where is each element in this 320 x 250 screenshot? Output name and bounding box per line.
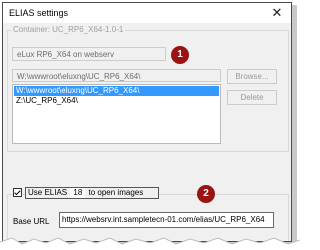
- list-item[interactable]: Z:\UC_RP6_X64\: [14, 96, 219, 106]
- base-url-value: https://websrv.int.sampletecn-01.com/eli…: [62, 215, 265, 224]
- elias-settings-dialog: ELIAS settings ✕ Container: UC_RP6_X64-1…: [2, 2, 292, 242]
- list-item-label: Z:\UC_RP6_X64\: [16, 96, 78, 105]
- container-name-value: eLux RP6_X64 on webserv: [17, 50, 114, 59]
- delete-button[interactable]: Delete: [227, 90, 277, 105]
- container-name-field: eLux RP6_X64 on webserv: [12, 47, 166, 61]
- list-item-label: W:\wwwroot\eluxng\UC_RP6_X64\: [16, 86, 140, 95]
- browse-button[interactable]: Browse...: [227, 69, 277, 84]
- use-elias-label-pre: Use ELIAS: [28, 188, 68, 197]
- list-item[interactable]: W:\wwwroot\eluxng\UC_RP6_X64\: [14, 86, 219, 96]
- source-path-value: W:\wwwroot\eluxng\UC_RP6_X64\: [17, 72, 141, 81]
- close-icon[interactable]: ✕: [263, 3, 291, 23]
- window-title: ELIAS settings: [9, 8, 69, 18]
- title-bar: ELIAS settings ✕: [3, 3, 291, 23]
- source-path-field: W:\wwwroot\eluxng\UC_RP6_X64\: [12, 69, 221, 82]
- annotation-badge-2: 2: [197, 185, 215, 203]
- torn-edge: [0, 237, 300, 250]
- use-elias-checkbox[interactable]: [13, 188, 22, 197]
- base-url-input[interactable]: https://websrv.int.sampletecn-01.com/eli…: [59, 212, 274, 228]
- base-url-label: Base URL: [13, 217, 50, 226]
- path-list[interactable]: W:\wwwroot\eluxng\UC_RP6_X64\ Z:\UC_RP6_…: [12, 84, 221, 144]
- use-elias-label[interactable]: Use ELIAS 18 to open images: [25, 187, 159, 199]
- container-legend: Container: UC_RP6_X64-1.0-1: [11, 25, 126, 34]
- use-elias-label-post: to open images: [88, 188, 144, 197]
- elias-version: 18: [70, 188, 86, 198]
- annotation-badge-1: 1: [171, 46, 189, 64]
